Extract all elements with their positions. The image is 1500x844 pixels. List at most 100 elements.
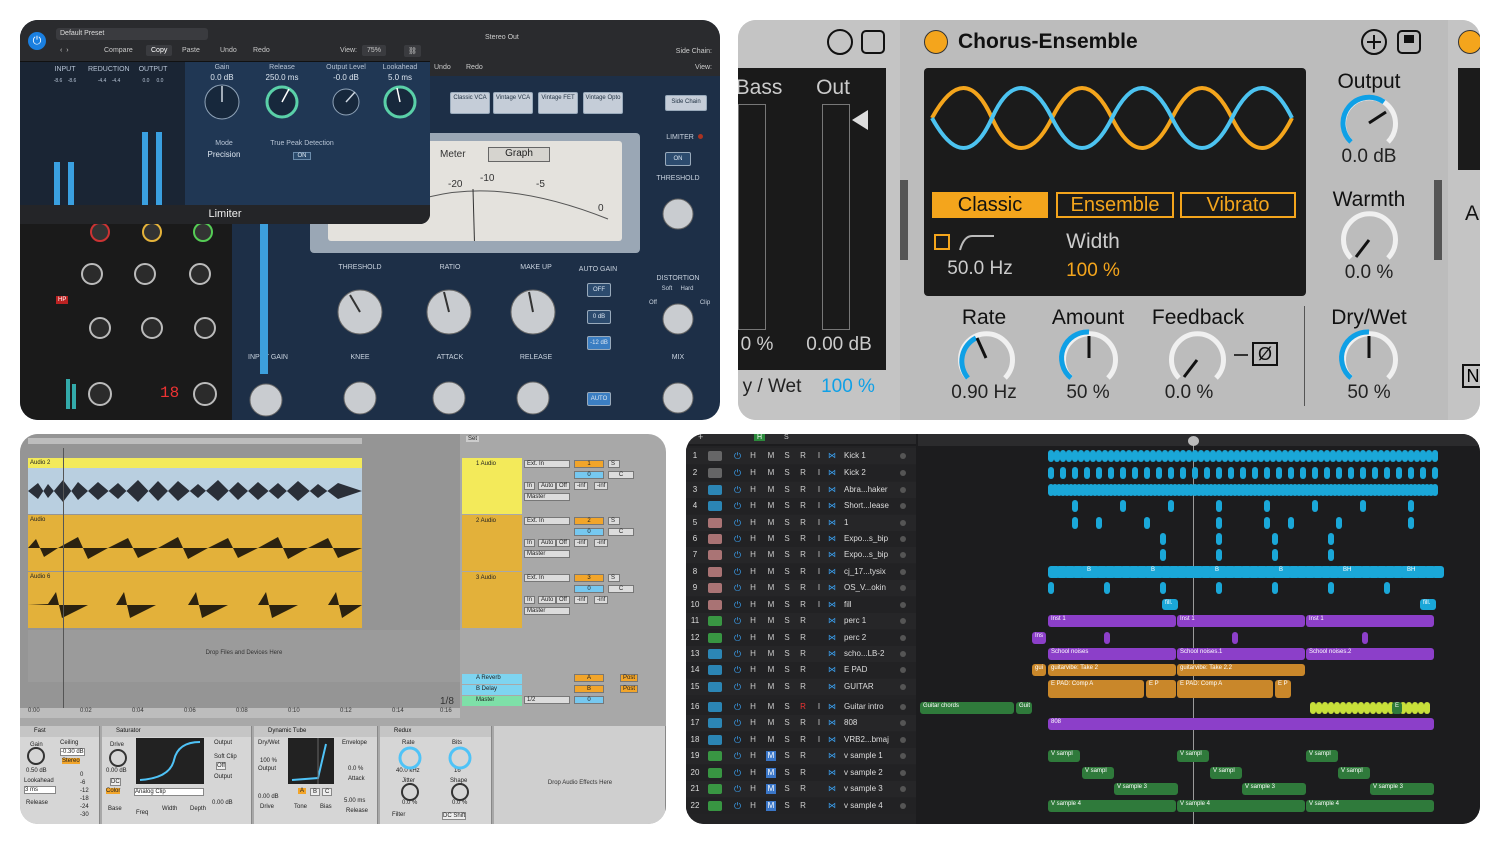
drum-hit[interactable] bbox=[1264, 517, 1270, 529]
track-btn-s[interactable]: S bbox=[782, 518, 792, 528]
track-btn-m[interactable]: M bbox=[766, 633, 776, 643]
curve-select[interactable]: Analog Clip bbox=[134, 788, 204, 796]
track-btn-r[interactable]: R bbox=[798, 616, 808, 626]
paste-button[interactable]: Paste bbox=[182, 47, 200, 54]
solo-button[interactable]: S bbox=[608, 460, 620, 468]
track-btn-m[interactable]: M bbox=[766, 682, 776, 692]
drum-hit[interactable] bbox=[1132, 467, 1138, 479]
drum-hit[interactable] bbox=[1192, 467, 1198, 479]
track-btn-r[interactable]: R bbox=[798, 600, 808, 610]
track-btn-m[interactable]: M bbox=[766, 751, 776, 761]
drum-hit[interactable] bbox=[1272, 582, 1278, 594]
power-icon[interactable]: ⏻ bbox=[734, 735, 741, 746]
power-icon[interactable]: ⏻ bbox=[734, 751, 741, 762]
track-btn-m[interactable]: M bbox=[766, 485, 776, 495]
pan-value[interactable]: 0 bbox=[574, 528, 604, 536]
mode-vibrato[interactable]: Vibrato bbox=[1180, 192, 1296, 218]
track-btn-i[interactable]: I bbox=[814, 518, 824, 528]
power-icon[interactable]: ⏻ bbox=[734, 801, 741, 812]
track-btn-i[interactable]: I bbox=[814, 501, 824, 511]
drum-hit[interactable] bbox=[1160, 549, 1166, 561]
drum-hit[interactable] bbox=[1156, 467, 1162, 479]
drum-hit[interactable] bbox=[1336, 467, 1342, 479]
track-btn-h[interactable]: H bbox=[748, 633, 758, 643]
drop-effects-area[interactable]: Drop Audio Effects Here bbox=[494, 726, 666, 824]
track-row-21[interactable]: 21 ⏻ H M S R ⋈ v sample 3 bbox=[686, 781, 916, 797]
drum-hit[interactable] bbox=[1408, 467, 1414, 479]
power-icon[interactable]: ⏻ bbox=[734, 616, 741, 627]
drum-hit[interactable] bbox=[1312, 467, 1318, 479]
track-row-19[interactable]: 19 ⏻ H M S R ⋈ v sample 1 bbox=[686, 748, 916, 764]
track-btn-r[interactable]: R bbox=[798, 518, 808, 528]
width-value[interactable]: 100 % bbox=[1048, 260, 1138, 282]
track-btn-s[interactable]: S bbox=[782, 567, 792, 577]
track-number[interactable]: 2 bbox=[574, 517, 604, 525]
track-btn-r[interactable]: R bbox=[798, 583, 808, 593]
drum-hit[interactable] bbox=[1328, 533, 1334, 545]
region-school-1[interactable]: School noises bbox=[1048, 648, 1176, 660]
color-button[interactable]: Color bbox=[106, 788, 121, 794]
track-row-9[interactable]: 9 ⏻ H M S R I ⋈ OS_V...okin bbox=[686, 580, 916, 596]
left-scroll[interactable] bbox=[900, 180, 908, 260]
track-btn-h[interactable]: H bbox=[748, 468, 758, 478]
monitor-off[interactable]: Off bbox=[556, 596, 570, 604]
track-btn-r[interactable]: R bbox=[798, 751, 808, 761]
drum-hit[interactable] bbox=[1084, 467, 1090, 479]
track-btn-r[interactable]: R bbox=[798, 501, 808, 511]
power-icon[interactable]: ⏻ bbox=[734, 649, 741, 660]
drum-hit[interactable] bbox=[1384, 582, 1390, 594]
compressor-undo[interactable]: Undo bbox=[434, 64, 451, 71]
track-btn-r[interactable]: R bbox=[798, 735, 808, 745]
power-icon[interactable]: ⏻ bbox=[734, 567, 741, 578]
region-epad-2[interactable]: E P bbox=[1146, 680, 1176, 698]
track-row-11[interactable]: 11 ⏻ H M S R ⋈ perc 1 bbox=[686, 613, 916, 629]
drum-hit[interactable] bbox=[1048, 582, 1054, 594]
side-chain-button[interactable]: Side Chain bbox=[665, 95, 707, 111]
monitor-auto[interactable]: Auto bbox=[538, 539, 557, 547]
return-b[interactable]: B Delay bbox=[462, 685, 522, 695]
link-icon[interactable]: ⛓ bbox=[404, 45, 421, 57]
track-btn-h[interactable]: H bbox=[748, 567, 758, 577]
drum-hit[interactable] bbox=[1252, 467, 1258, 479]
limiter-on-button[interactable]: ON bbox=[665, 152, 691, 166]
power-icon[interactable]: ⏻ bbox=[734, 534, 741, 545]
solo-button[interactable]: S bbox=[608, 517, 620, 525]
track-row-6[interactable]: 6 ⏻ H M S R I ⋈ Expo...s_bip bbox=[686, 531, 916, 547]
track-row-7[interactable]: 7 ⏻ H M S R I ⋈ Expo...s_bip bbox=[686, 547, 916, 563]
drum-hit[interactable] bbox=[1348, 467, 1354, 479]
drum-hit[interactable] bbox=[1336, 517, 1342, 529]
redo-button[interactable]: Redo bbox=[253, 47, 270, 54]
drum-hit[interactable] bbox=[1432, 484, 1438, 496]
guitar-hit[interactable] bbox=[1424, 702, 1430, 714]
region-b[interactable]: B bbox=[1148, 566, 1162, 578]
drum-hit[interactable] bbox=[1144, 517, 1150, 529]
loop-brace[interactable] bbox=[28, 438, 362, 444]
track-btn-i[interactable]: I bbox=[814, 485, 824, 495]
save-preset-icon[interactable] bbox=[1397, 30, 1421, 54]
track-btn-r[interactable]: R bbox=[798, 784, 808, 794]
return-b-letter[interactable]: B bbox=[574, 685, 604, 693]
drum-hit[interactable] bbox=[1144, 467, 1150, 479]
soft-clip-toggle[interactable]: Off bbox=[216, 762, 226, 770]
track-btn-r[interactable]: R bbox=[798, 485, 808, 495]
track-btn-i[interactable]: I bbox=[814, 718, 824, 728]
drum-hit[interactable] bbox=[1228, 467, 1234, 479]
track-btn-h[interactable]: H bbox=[748, 583, 758, 593]
monitor-in[interactable]: In bbox=[524, 482, 536, 490]
mode-ensemble[interactable]: Ensemble bbox=[1056, 192, 1174, 218]
input-type-select[interactable]: Ext. In bbox=[524, 517, 570, 525]
track-btn-h[interactable]: H bbox=[748, 485, 758, 495]
solo-button[interactable]: S bbox=[608, 574, 620, 582]
drum-hit[interactable] bbox=[1216, 533, 1222, 545]
view-zoom-select[interactable]: 75% bbox=[362, 45, 387, 56]
track-btn-h[interactable]: H bbox=[748, 600, 758, 610]
track-btn-s[interactable]: S bbox=[782, 600, 792, 610]
return-a-letter[interactable]: A bbox=[574, 674, 604, 682]
track-btn-s[interactable]: S bbox=[782, 702, 792, 712]
rate-knob[interactable] bbox=[958, 331, 1015, 380]
drum-hit[interactable] bbox=[1180, 467, 1186, 479]
power-icon[interactable]: ⏻ bbox=[734, 550, 741, 561]
drum-hit[interactable] bbox=[1328, 549, 1334, 561]
drum-hit[interactable] bbox=[1372, 467, 1378, 479]
output-level-knob[interactable] bbox=[332, 88, 360, 116]
